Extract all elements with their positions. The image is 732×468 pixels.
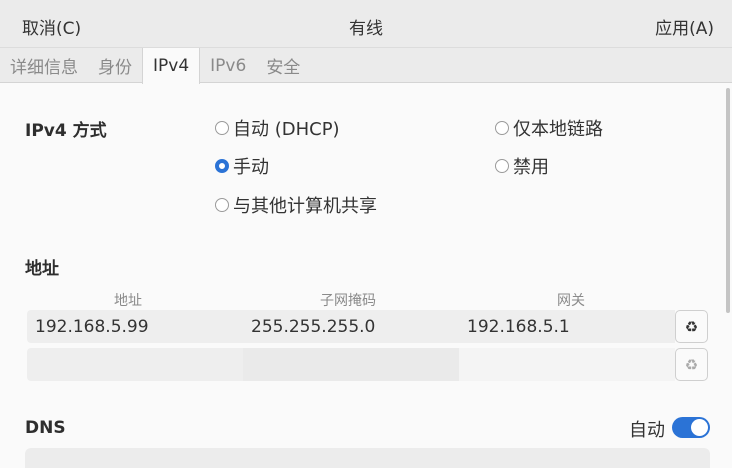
netmask-field[interactable]: 255.255.255.0 <box>243 310 459 343</box>
apply-button[interactable]: 应用(A) <box>655 14 714 39</box>
radio-manual[interactable]: 手动 <box>215 153 269 179</box>
scrollbar[interactable] <box>726 88 730 313</box>
tab-ipv4[interactable]: IPv4 <box>142 48 201 84</box>
header-bar: 取消(C) 有线 应用(A) <box>0 0 732 48</box>
window-title: 有线 <box>349 19 383 39</box>
address-row-empty <box>27 348 675 381</box>
radio-dhcp[interactable]: 自动 (DHCP) <box>215 115 340 141</box>
radio-disabled[interactable]: 禁用 <box>495 153 549 179</box>
delete-address-button[interactable]: ♻ <box>675 310 708 343</box>
tab-details[interactable]: 详细信息 <box>0 48 88 83</box>
recycle-icon: ♻ <box>684 355 699 374</box>
ipv4-method-label: IPv4 方式 <box>25 121 107 141</box>
addresses-label: 地址 <box>25 259 59 279</box>
netmask-field[interactable] <box>243 348 459 381</box>
gateway-field[interactable]: 192.168.5.1 <box>459 310 675 343</box>
radio-indicator-selected <box>215 159 229 173</box>
dns-auto-label: 自动 <box>629 420 665 441</box>
tab-security[interactable]: 安全 <box>256 48 310 83</box>
column-header-gateway: 网关 <box>557 293 585 309</box>
tab-ipv6[interactable]: IPv6 <box>200 48 256 83</box>
address-row: 192.168.5.99 255.255.255.0 192.168.5.1 <box>27 310 675 343</box>
recycle-icon: ♻ <box>684 317 699 336</box>
radio-disabled-label: 禁用 <box>513 157 549 178</box>
radio-shared-label: 与其他计算机共享 <box>233 196 377 217</box>
column-header-netmask: 子网掩码 <box>320 293 376 309</box>
radio-indicator <box>495 121 509 135</box>
radio-dhcp-label: 自动 (DHCP) <box>233 119 340 140</box>
tab-identity[interactable]: 身份 <box>88 48 142 83</box>
address-field[interactable] <box>27 348 243 381</box>
radio-manual-label: 手动 <box>233 157 269 178</box>
dns-label: DNS <box>25 418 66 438</box>
radio-indicator <box>495 159 509 173</box>
tab-bar: 详细信息 身份 IPv4 IPv6 安全 <box>0 48 732 84</box>
column-header-address: 地址 <box>114 293 142 309</box>
dns-input[interactable] <box>25 448 710 468</box>
delete-address-button-disabled[interactable]: ♻ <box>675 348 708 381</box>
radio-indicator <box>215 121 229 135</box>
switch-knob <box>691 419 708 436</box>
gateway-field[interactable] <box>459 348 675 381</box>
radio-indicator <box>215 198 229 212</box>
radio-link-local[interactable]: 仅本地链路 <box>495 115 603 141</box>
radio-link-local-label: 仅本地链路 <box>513 119 603 140</box>
dns-auto-switch[interactable] <box>672 417 710 438</box>
address-field[interactable]: 192.168.5.99 <box>27 310 243 343</box>
radio-shared[interactable]: 与其他计算机共享 <box>215 192 377 218</box>
